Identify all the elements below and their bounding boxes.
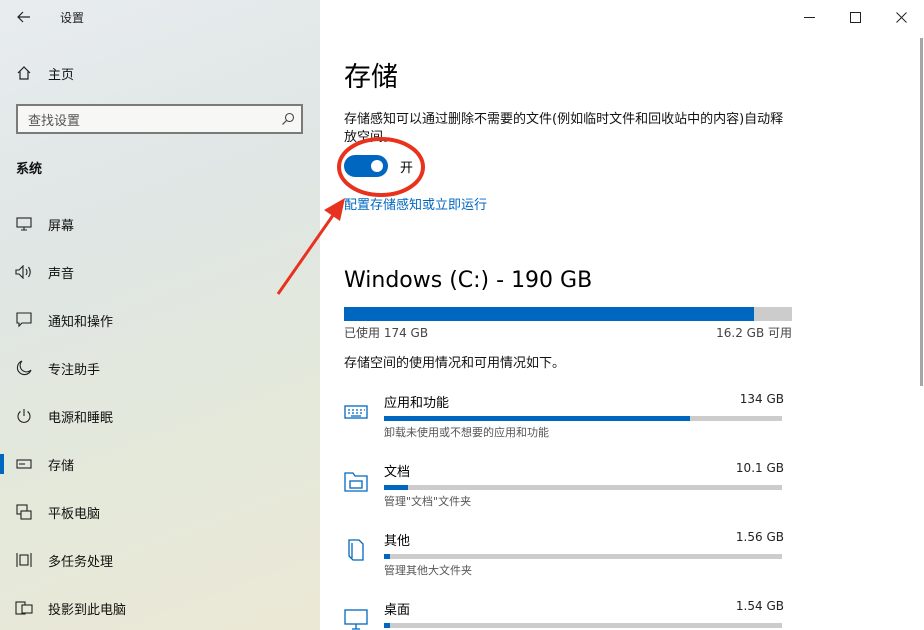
documents-folder-icon — [340, 467, 372, 495]
sidebar-item-label: 投影到此电脑 — [48, 602, 127, 618]
sidebar: 设置 主页 查找设置 系统 屏幕 声音 通知和操作 专注助手 电源和睡眠 存储 … — [0, 0, 320, 630]
project-icon — [0, 600, 48, 616]
category-size: 1.54 GB — [735, 599, 784, 613]
sidebar-item-notifications[interactable]: 通知和操作 — [0, 296, 320, 344]
category-name: 桌面 — [384, 603, 411, 618]
maximize-button[interactable] — [832, 0, 878, 34]
keyboard-icon — [340, 398, 372, 426]
category-usage-bar — [384, 416, 782, 421]
toggle-knob — [371, 160, 383, 172]
search-input[interactable]: 查找设置 — [18, 110, 275, 129]
app-title: 设置 — [60, 10, 85, 25]
notification-icon — [0, 312, 48, 328]
sidebar-item-label: 平板电脑 — [48, 506, 101, 522]
drive-used-label: 已使用 174 GB — [344, 326, 429, 340]
usage-description: 存储空间的使用情况和可用情况如下。 — [344, 356, 566, 371]
category-size: 1.56 GB — [735, 530, 784, 544]
category-description: 管理其他大文件夹 — [384, 564, 472, 577]
sidebar-item-power[interactable]: 电源和睡眠 — [0, 392, 320, 440]
category-description: 卸载未使用或不想要的应用和功能 — [384, 426, 549, 439]
window-controls — [786, 0, 924, 34]
sidebar-item-label: 专注助手 — [48, 362, 101, 378]
category-usage-bar-fill — [384, 416, 691, 421]
toggle-state-label: 开 — [400, 161, 414, 176]
category-documents[interactable]: 文档 10.1 GB 管理"文档"文件夹 — [340, 461, 784, 521]
sound-icon — [0, 265, 48, 279]
maximize-icon — [849, 11, 861, 23]
category-usage-bar-fill — [384, 554, 390, 559]
back-arrow-icon — [17, 11, 30, 23]
storage-icon — [0, 458, 48, 470]
nav-home[interactable]: 主页 — [0, 58, 320, 88]
category-other[interactable]: 其他 1.56 GB 管理其他大文件夹 — [340, 530, 784, 590]
category-name: 文档 — [384, 465, 411, 480]
home-icon — [0, 65, 48, 81]
drive-title: Windows (C:) - 190 GB — [344, 268, 593, 293]
sidebar-item-label: 屏幕 — [48, 218, 75, 234]
storage-sense-toggle[interactable] — [344, 155, 388, 177]
back-button[interactable] — [0, 0, 48, 34]
section-title: 系统 — [16, 162, 43, 177]
multitask-icon — [0, 552, 48, 568]
search-box[interactable]: 查找设置 — [16, 104, 303, 134]
category-size: 10.1 GB — [735, 461, 784, 475]
category-name: 其他 — [384, 534, 411, 549]
monitor-icon — [340, 605, 372, 630]
sidebar-item-display[interactable]: 屏幕 — [0, 200, 320, 248]
sidebar-item-tablet[interactable]: 平板电脑 — [0, 488, 320, 536]
drive-usage-bar-fill — [344, 307, 754, 321]
category-usage-bar-fill — [384, 485, 408, 490]
power-icon — [0, 408, 48, 424]
nav-home-label: 主页 — [48, 67, 75, 83]
category-usage-bar — [384, 554, 782, 559]
category-size: 134 GB — [739, 392, 784, 406]
category-apps-features[interactable]: 应用和功能 134 GB 卸载未使用或不想要的应用和功能 — [340, 392, 784, 452]
titlebar-left: 设置 — [0, 0, 320, 34]
sidebar-item-project[interactable]: 投影到此电脑 — [0, 584, 320, 630]
scrollbar[interactable] — [920, 38, 923, 386]
category-description: 管理"文档"文件夹 — [384, 495, 472, 508]
tablet-icon — [0, 504, 48, 520]
sidebar-item-storage[interactable]: 存储 — [0, 440, 320, 488]
close-button[interactable] — [878, 0, 924, 34]
moon-icon — [0, 360, 48, 376]
sidebar-item-multitasking[interactable]: 多任务处理 — [0, 536, 320, 584]
sidebar-item-focus-assist[interactable]: 专注助手 — [0, 344, 320, 392]
category-name: 应用和功能 — [384, 396, 450, 411]
other-folder-icon — [340, 536, 372, 564]
sidebar-item-label: 电源和睡眠 — [48, 410, 114, 426]
display-icon — [0, 217, 48, 231]
sidebar-item-label: 多任务处理 — [48, 554, 114, 570]
minimize-icon — [803, 16, 815, 18]
minimize-button[interactable] — [786, 0, 832, 34]
sidebar-item-sound[interactable]: 声音 — [0, 248, 320, 296]
configure-storage-sense-link[interactable]: 配置存储感知或立即运行 — [344, 194, 487, 213]
page-title: 存储 — [344, 62, 398, 93]
category-usage-bar — [384, 485, 782, 490]
sidebar-item-label: 通知和操作 — [48, 314, 114, 330]
close-icon — [895, 11, 907, 23]
main-content: 存储 存储感知可以通过删除不需要的文件(例如临时文件和回收站中的内容)自动释放空… — [320, 0, 924, 630]
sidebar-item-label: 存储 — [48, 458, 75, 474]
search-icon[interactable] — [275, 106, 301, 132]
sidebar-item-label: 声音 — [48, 266, 75, 282]
category-usage-bar — [384, 623, 782, 628]
category-desktop[interactable]: 桌面 1.54 GB — [340, 599, 784, 630]
storage-sense-description: 存储感知可以通过删除不需要的文件(例如临时文件和回收站中的内容)自动释放空间。 — [344, 112, 784, 145]
drive-available-label: 16.2 GB 可用 — [716, 326, 792, 340]
nav-list: 屏幕 声音 通知和操作 专注助手 电源和睡眠 存储 平板电脑 多任务处理 投影到… — [0, 200, 320, 630]
category-usage-bar-fill — [384, 623, 390, 628]
drive-usage-bar — [344, 307, 792, 321]
